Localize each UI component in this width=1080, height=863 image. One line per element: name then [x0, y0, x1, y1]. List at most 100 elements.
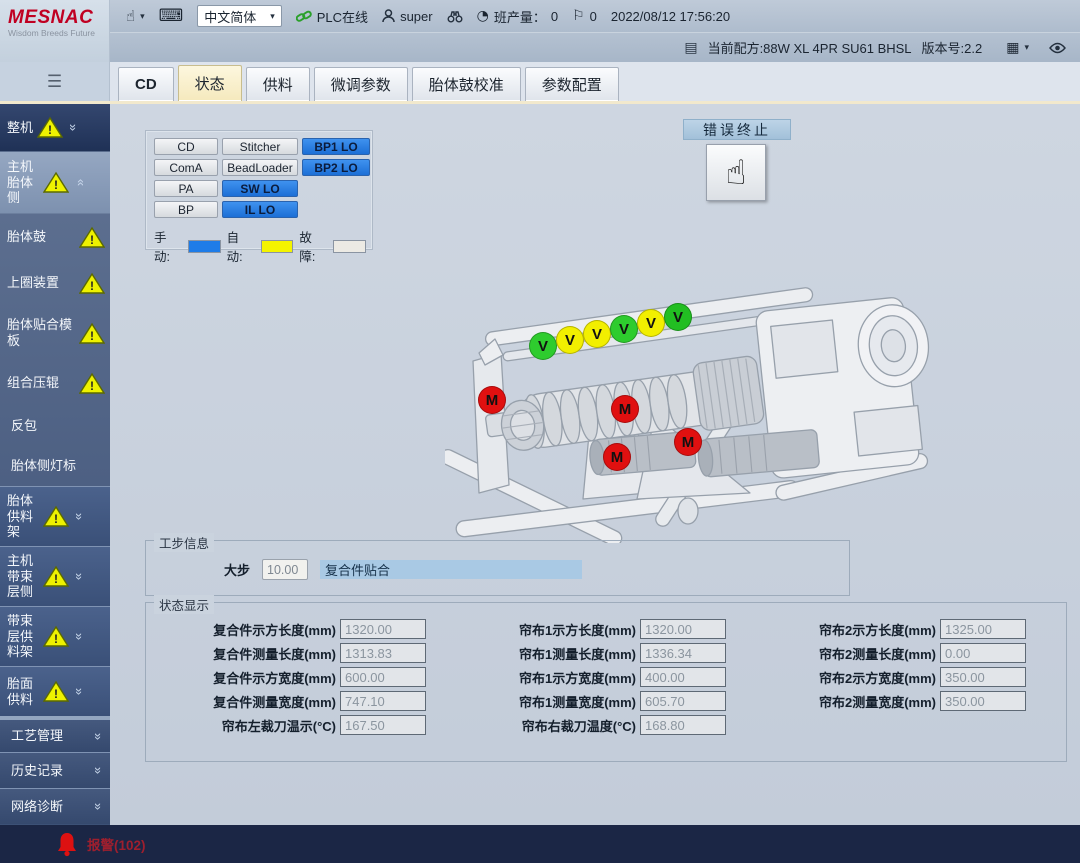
user-indicator: super — [382, 9, 433, 24]
value-field[interactable]: 0.00 — [940, 643, 1026, 663]
sidebar-item-label: 工艺管理 — [7, 728, 88, 744]
empty-cell — [302, 201, 370, 218]
unit-button-coma[interactable]: ComA — [154, 159, 218, 176]
chevron-down-icon: » — [91, 730, 106, 743]
unit-button-sw-lo[interactable]: SW LO — [222, 180, 298, 197]
sidebar-item-main-carcass-side[interactable]: 主机胎体侧 ! » — [0, 152, 110, 214]
current-recipe: 当前配方:88W XL 4PR SU61 BHSL — [708, 38, 912, 57]
warning-icon: ! — [43, 565, 69, 588]
value-field[interactable]: 167.50 — [340, 715, 426, 735]
unit-button-beadloader[interactable]: BeadLoader — [222, 159, 298, 176]
sidebar-item-carcass-side-lamp[interactable]: 胎体侧灯标 — [0, 446, 110, 486]
view-toggle-button[interactable] — [1049, 42, 1066, 54]
step-info-row: 大步 10.00 复合件贴合 — [224, 559, 849, 580]
motor-indicator: M — [478, 386, 506, 414]
error-stop-button[interactable]: ☝ — [706, 144, 766, 201]
tabs: CD 状态 供料 微调参数 胎体鼓校准 参数配置 — [110, 62, 619, 101]
error-stop-label: 错误终止 — [683, 119, 791, 140]
sidebar-item-combined-roller[interactable]: 组合压辊 ! — [0, 360, 110, 406]
value-field[interactable]: 1320.00 — [340, 619, 426, 639]
value-field[interactable]: 1313.83 — [340, 643, 426, 663]
sidebar-item-tread-feeding[interactable]: 胎面供料 ! » — [0, 666, 110, 716]
unit-button-bp2-lo[interactable]: BP2 LO — [302, 159, 370, 176]
value-field[interactable]: 350.00 — [940, 667, 1026, 687]
chevron-down-icon: » — [91, 764, 106, 777]
tab-drum-calibration[interactable]: 胎体鼓校准 — [412, 67, 521, 101]
tab-feeding[interactable]: 供料 — [246, 67, 310, 101]
value-field[interactable]: 400.00 — [640, 667, 726, 687]
sidebar-item-carcass-applying-template[interactable]: 胎体贴合模板 ! — [0, 306, 110, 360]
legend-manual-swatch — [188, 240, 221, 253]
legend-fault-swatch — [333, 240, 366, 253]
status-display-group: 状态显示 复合件示方长度(mm)1320.00 复合件测量长度(mm)1313.… — [145, 602, 1067, 762]
value-field[interactable]: 747.10 — [340, 691, 426, 711]
field-label: 帘布1测量宽度(mm) — [454, 692, 636, 711]
step-number-input[interactable]: 10.00 — [262, 559, 308, 580]
legend-auto-label: 自动: — [227, 227, 255, 265]
sidebar-item-label: 胎体贴合模板 — [7, 317, 75, 348]
sidebar-item-label: 整机 — [7, 120, 33, 136]
plc-status-label: PLC在线 — [317, 7, 368, 26]
sidebar-item-carcass-servicer[interactable]: 胎体供料架 ! » — [0, 486, 110, 546]
motor-indicator: M — [611, 395, 639, 423]
layout-grid-button[interactable]: ▦ ▾ — [1006, 40, 1029, 56]
sidebar-item-history-records[interactable]: 历史记录 » — [0, 752, 110, 788]
tab-fine-tune[interactable]: 微调参数 — [314, 67, 408, 101]
value-field[interactable]: 605.70 — [640, 691, 726, 711]
status-row: 复合件示方宽度(mm)600.00 — [154, 667, 426, 687]
svg-text:!: ! — [54, 687, 58, 701]
status-row: 帘布1示方宽度(mm)400.00 — [454, 667, 726, 687]
value-field[interactable]: 1336.34 — [640, 643, 726, 663]
field-label: 帘布2示方宽度(mm) — [754, 668, 936, 687]
sidebar-item-turnup[interactable]: 反包 — [0, 406, 110, 446]
legend-fault-label: 故障: — [299, 227, 327, 265]
sidebar-item-carcass-drum[interactable]: 胎体鼓 ! — [0, 214, 110, 260]
sidebar-item-label: 胎体侧灯标 — [7, 458, 105, 474]
valve-indicator: V — [664, 303, 692, 331]
svg-text:!: ! — [90, 329, 94, 343]
keyboard-button[interactable]: ⌨ — [159, 6, 184, 26]
sidebar-item-label: 网络诊断 — [7, 799, 88, 815]
sidebar-item-main-belt-side[interactable]: 主机带束层侧 ! » — [0, 546, 110, 606]
value-field[interactable]: 350.00 — [940, 691, 1026, 711]
language-select[interactable]: 中文简体 ▾ — [197, 5, 282, 27]
sidebar-item-label: 上圈装置 — [7, 275, 75, 291]
field-label: 帘布2示方长度(mm) — [754, 620, 936, 639]
value-field[interactable]: 1325.00 — [940, 619, 1026, 639]
unit-button-bp[interactable]: BP — [154, 201, 218, 218]
unit-status-grid: CD Stitcher BP1 LO ComA BeadLoader BP2 L… — [154, 138, 366, 218]
warning-icon: ! — [43, 505, 69, 528]
tab-cd[interactable]: CD — [118, 67, 174, 101]
menu-icon: ☰ — [47, 72, 62, 92]
sidebar-menu-button[interactable]: ☰ — [0, 62, 110, 101]
value-field[interactable]: 168.80 — [640, 715, 726, 735]
unit-button-stitcher[interactable]: Stitcher — [222, 138, 298, 155]
recipe-version: 版本号:2.2 — [922, 38, 983, 57]
hand-tool-button[interactable]: ☝ ▾ — [126, 7, 145, 25]
valve-indicator: V — [556, 326, 584, 354]
sidebar-item-bead-setter[interactable]: 上圈装置 ! — [0, 260, 110, 306]
unit-button-il-lo[interactable]: IL LO — [222, 201, 298, 218]
sidebar-item-whole-machine[interactable]: 整机 ! » — [0, 104, 110, 152]
unit-button-bp1-lo[interactable]: BP1 LO — [302, 138, 370, 155]
sidebar-item-label: 主机胎体侧 — [7, 159, 39, 206]
sidebar-item-network-diagnosis[interactable]: 网络诊断 » — [0, 788, 110, 824]
field-label: 帘布1示方宽度(mm) — [454, 668, 636, 687]
link-icon — [296, 9, 312, 23]
status-row: 帘布2示方长度(mm)1325.00 — [754, 619, 1026, 639]
unit-button-pa[interactable]: PA — [154, 180, 218, 197]
value-field[interactable]: 1320.00 — [640, 619, 726, 639]
alarm-bar[interactable]: 报警(102) — [0, 825, 1080, 863]
logo-title: MESNAC — [8, 8, 109, 28]
sidebar-item-process-management[interactable]: 工艺管理 » — [0, 716, 110, 752]
tab-parameter-config[interactable]: 参数配置 — [525, 67, 619, 101]
warning-icon: ! — [79, 226, 105, 249]
binoculars-button[interactable] — [447, 10, 463, 23]
value-field[interactable]: 600.00 — [340, 667, 426, 687]
sidebar-item-belt-servicer[interactable]: 带束层供料架 ! » — [0, 606, 110, 666]
press-hand-icon: ☝ — [726, 153, 747, 193]
chevron-down-icon: » — [72, 510, 87, 523]
empty-cell — [302, 180, 370, 197]
unit-button-cd[interactable]: CD — [154, 138, 218, 155]
tab-status[interactable]: 状态 — [178, 65, 242, 101]
